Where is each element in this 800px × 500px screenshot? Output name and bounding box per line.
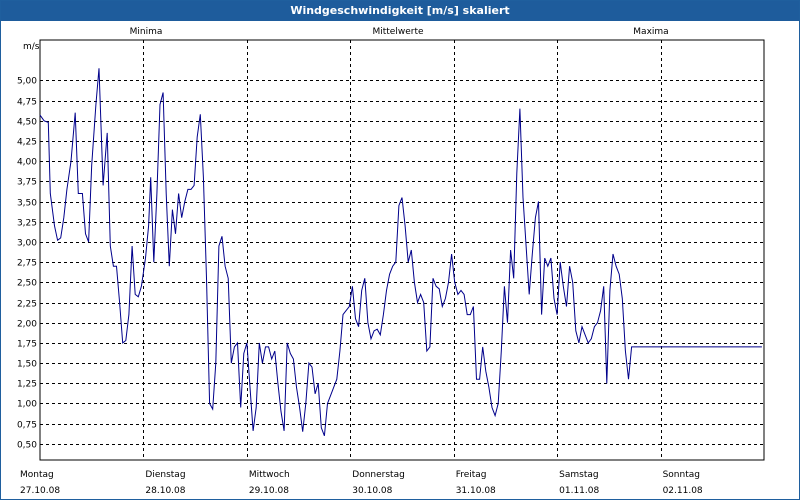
y-tick-label: 4,50: [17, 118, 37, 128]
x-tick-day: Samstag: [559, 470, 598, 480]
y-tick-label: 2,00: [17, 320, 37, 330]
y-tick-label: 3,00: [17, 239, 37, 249]
legend-maxima: Maxima: [633, 27, 668, 37]
x-tick-date: 31.10.08: [456, 486, 496, 496]
y-tick-label: 3,50: [17, 199, 37, 209]
x-tick-day: Donnerstag: [352, 470, 405, 480]
x-tick-date: 30.10.08: [352, 486, 392, 496]
x-tick-day: Sonntag: [663, 470, 700, 480]
y-tick-label: 2,75: [17, 259, 37, 269]
y-tick-label: 1,50: [17, 360, 37, 370]
x-tick-day: Dienstag: [145, 470, 185, 480]
x-tick-date: 02.11.08: [663, 486, 703, 496]
x-axis-ticks: Montag 27.10.08 Dienstag 28.10.08 Mittwoch 29…: [20, 470, 703, 496]
y-axis-ticks: 0,50 0,75 1,00 1,25 1,50 1,75 2,00 2,25 2,50 2,75…: [17, 77, 37, 451]
y-axis-unit: m/s: [23, 42, 40, 52]
chart-canvas: 0,50 0,75 1,00 1,25 1,50 1,75 2,00 2,25 2,50 2,75…: [17, 27, 765, 496]
y-tick-label: 3,25: [17, 219, 37, 229]
y-tick-label: 4,25: [17, 138, 37, 148]
legend-minima: Minima: [130, 27, 163, 37]
x-tick-day: Freitag: [456, 470, 487, 480]
y-tick-label: 0,75: [17, 421, 37, 431]
y-tick-label: 2,25: [17, 300, 37, 310]
x-tick-date: 28.10.08: [145, 486, 185, 496]
y-tick-label: 1,25: [17, 380, 37, 390]
x-tick-day: Montag: [20, 470, 54, 480]
chart-window: Windgeschwindigkeit [m/s] skaliert 0,50 0…: [0, 0, 800, 500]
x-tick-date: 01.11.08: [559, 486, 599, 496]
y-tick-label: 2,50: [17, 279, 37, 289]
y-tick-label: 5,00: [17, 77, 37, 87]
x-tick-date: 27.10.08: [20, 486, 60, 496]
y-tick-label: 0,50: [17, 441, 37, 451]
y-tick-label: 4,00: [17, 158, 37, 168]
plot-area: [39, 39, 765, 461]
x-tick-date: 29.10.08: [249, 486, 289, 496]
legend-mittelwerte: Mittelwerte: [372, 27, 423, 37]
y-tick-label: 1,75: [17, 340, 37, 350]
x-tick-day: Mittwoch: [249, 470, 290, 480]
y-tick-label: 3,75: [17, 178, 37, 188]
y-tick-label: 4,75: [17, 98, 37, 108]
y-tick-label: 1,00: [17, 400, 37, 410]
